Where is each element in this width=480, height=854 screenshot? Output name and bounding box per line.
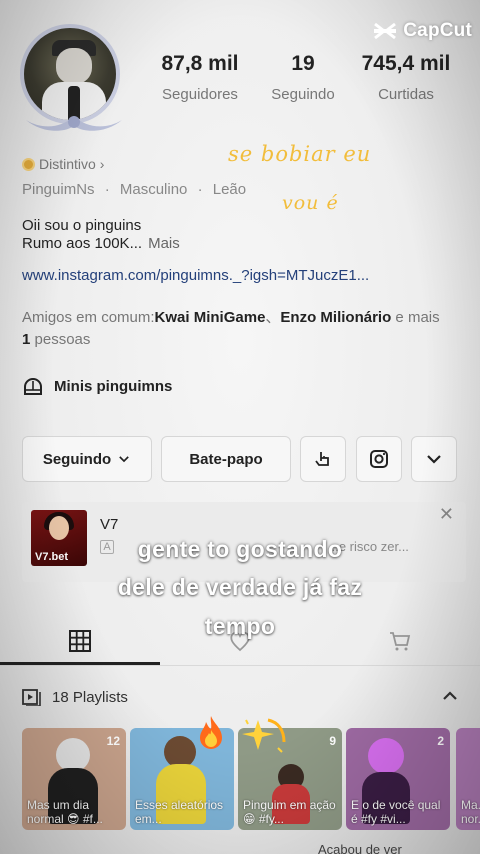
likes-count: 745,4 mil — [361, 52, 451, 75]
bio-line-1: Oii sou o pinguins — [22, 217, 142, 234]
caption-line-1: gente to gostando — [137, 536, 343, 562]
playlist-title: Pinguim em ação 😁 #fy... — [243, 798, 336, 826]
chevron-down-icon — [427, 455, 441, 464]
collection-icon — [24, 378, 42, 395]
capcut-label: CapCut — [403, 20, 472, 41]
following-button[interactable]: Seguindo — [22, 436, 152, 482]
recently-watched-label: Acabou de ver — [318, 842, 402, 854]
playlist-count: 2 — [437, 734, 444, 748]
mutual-friend-2: Enzo Milionário — [280, 309, 392, 326]
bio: Oii sou o pinguins Rumo aos 100K... Mais — [22, 217, 180, 253]
ad-title: V7 — [100, 516, 119, 533]
capcut-watermark: CapCut — [373, 20, 472, 42]
chevron-right-icon: › — [99, 156, 105, 172]
playlist-icon — [22, 689, 41, 706]
tap-button[interactable] — [300, 436, 346, 482]
handwritten-text-2: vou é — [282, 192, 339, 214]
fire-icon — [196, 714, 226, 757]
playlist-title: Esses aleatórios em... — [135, 798, 224, 826]
collection-label: Minis pinguimns — [54, 377, 173, 395]
chat-button-label: Bate-papo — [189, 450, 263, 468]
bio-line-2: Rumo aos 100K... — [22, 235, 143, 252]
capcut-logo-icon — [374, 22, 397, 40]
instagram-button[interactable] — [356, 436, 402, 482]
close-icon[interactable]: ✕ — [439, 504, 454, 525]
playlists-header: 18 Playlists — [22, 688, 128, 706]
chat-button[interactable]: Bate-papo — [161, 436, 291, 482]
more-options-button[interactable] — [411, 436, 457, 482]
playlist-count: 12 — [106, 734, 120, 748]
caption-line-3: tempo — [204, 613, 276, 639]
following-button-label: Seguindo — [42, 450, 112, 468]
playlist-title: Mas um dia normal 😎 #f... — [27, 798, 103, 826]
hand-tap-icon — [315, 452, 329, 466]
tab-active-indicator — [0, 662, 160, 665]
chevron-down-icon — [119, 456, 129, 463]
handwritten-text-1: se bobiar eu — [228, 142, 372, 166]
profile-page: CapCut 87,8 mil Seguidores 19 Seguindo 7… — [0, 0, 480, 854]
avatar[interactable] — [20, 24, 128, 132]
stat-following[interactable]: 19 Seguindo — [266, 52, 340, 103]
instagram-link[interactable]: www.instagram.com/pinguimns._?igsh=MTJuc… — [22, 267, 369, 284]
zodiac-sign: Leão — [212, 181, 247, 198]
playlists-count: 18 Playlists — [52, 688, 128, 706]
stat-likes[interactable]: 745,4 mil Curtidas — [354, 52, 458, 103]
playlist-card[interactable]: 2 E o de você qual é #fy #vi... — [346, 728, 450, 830]
instagram-icon — [370, 450, 388, 468]
stat-followers[interactable]: 87,8 mil Seguidores — [156, 52, 244, 103]
playlist-title: E o de você qual é #fy #vi... — [351, 798, 441, 826]
playlist-card[interactable]: 12 Mas um dia normal 😎 #f... — [22, 728, 126, 830]
playlist-count: 9 — [329, 734, 336, 748]
playlist-card[interactable]: Ma... nor... — [456, 728, 480, 830]
badge-label: Distintivo — [39, 156, 96, 172]
profile-meta: PinguimNs · Masculino · Leão — [22, 181, 247, 198]
mutual-friend-1: Kwai MiniGame — [154, 309, 266, 326]
collection-link[interactable]: Minis pinguimns — [22, 376, 172, 396]
chevron-up-icon[interactable] — [440, 686, 460, 706]
caption-line-2: dele de verdade já faz — [117, 574, 363, 600]
badge-link[interactable]: Distintivo › — [22, 156, 104, 172]
badge-medal-icon — [22, 157, 35, 171]
followers-count: 87,8 mil — [161, 52, 239, 75]
mutual-friends[interactable]: Amigos em comum:Kwai MiniGame、Enzo Milio… — [22, 307, 462, 351]
followers-label: Seguidores — [162, 86, 238, 103]
sparkle-icon — [238, 714, 288, 761]
handle: PinguimNs — [22, 181, 95, 198]
gender: Masculino — [119, 181, 188, 198]
following-count: 19 — [291, 52, 315, 75]
playlist-title: Ma... nor... — [461, 798, 480, 826]
likes-label: Curtidas — [378, 86, 434, 103]
bio-more-button[interactable]: Mais — [148, 235, 180, 252]
following-label: Seguindo — [271, 86, 335, 103]
avatar-wings-icon — [26, 116, 122, 131]
